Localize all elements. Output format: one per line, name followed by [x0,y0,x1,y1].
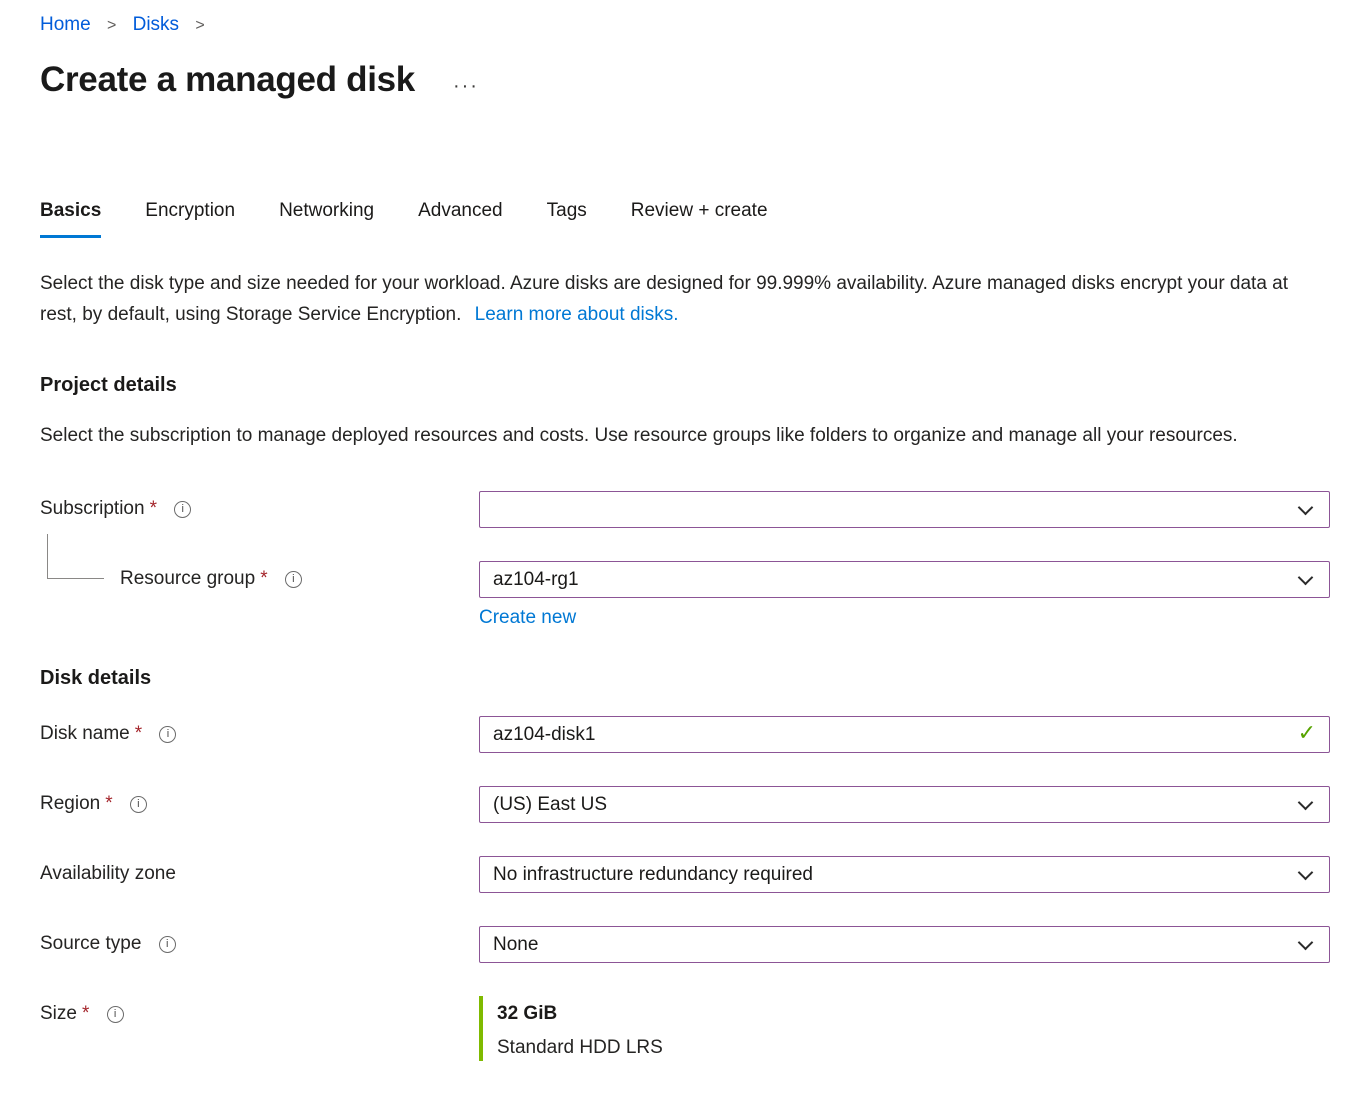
breadcrumb-separator-icon: > [107,17,116,34]
disk-name-input-wrap: ✓ [479,716,1330,753]
more-menu-icon[interactable]: ··· [447,64,485,97]
availability-zone-label: Availability zone [40,863,176,884]
required-marker: * [260,568,267,589]
intro-text: Select the disk type and size needed for… [40,268,1326,330]
availability-zone-label-group: Availability zone [40,856,479,893]
page-title: Create a managed disk [40,60,415,100]
chevron-down-icon [1298,570,1314,586]
disk-name-field-row: Disk name* i ✓ [40,716,1330,753]
breadcrumb-disks-link[interactable]: Disks [133,14,179,35]
basics-form: Subscription* i Resource group* i az104-… [40,491,1330,1061]
availability-zone-field-row: Availability zone No infrastructure redu… [40,856,1330,893]
tab-encryption[interactable]: Encryption [145,200,235,238]
disk-name-input[interactable] [480,717,1329,752]
region-value: (US) East US [493,794,607,816]
region-dropdown[interactable]: (US) East US [479,786,1330,823]
disk-name-label: Disk name [40,723,130,744]
resource-group-label-group: Resource group* i [40,561,479,629]
title-row: Create a managed disk ··· [40,60,1330,100]
tab-advanced[interactable]: Advanced [418,200,503,238]
availability-zone-control: No infrastructure redundancy required [479,856,1330,893]
source-type-label: Source type [40,933,141,954]
tab-basics[interactable]: Basics [40,200,101,238]
size-label: Size [40,1003,77,1024]
breadcrumb-home-link[interactable]: Home [40,14,91,35]
disk-details-heading: Disk details [40,667,1330,690]
subscription-label-group: Subscription* i [40,491,479,528]
info-icon[interactable]: i [159,726,176,743]
resource-group-dropdown[interactable]: az104-rg1 [479,561,1330,598]
chevron-down-icon [1298,795,1314,811]
project-details-heading: Project details [40,374,1330,397]
chevron-down-icon [1298,865,1314,881]
tab-review-create[interactable]: Review + create [631,200,768,238]
subscription-label: Subscription [40,498,145,519]
info-icon[interactable]: i [174,501,191,518]
size-value: 32 GiB [497,1003,1330,1025]
availability-zone-dropdown[interactable]: No infrastructure redundancy required [479,856,1330,893]
info-icon[interactable]: i [107,1006,124,1023]
breadcrumb: Home > Disks > [40,14,1330,36]
subscription-dropdown[interactable] [479,491,1330,528]
resource-group-field-row: Resource group* i az104-rg1 Create new [40,561,1330,629]
size-control: 32 GiB Standard HDD LRS [479,996,1330,1061]
hierarchy-connector-line [47,534,104,579]
breadcrumb-separator-icon: > [195,17,204,34]
source-type-field-row: Source type i None [40,926,1330,963]
size-summary-block: 32 GiB Standard HDD LRS [479,996,1330,1061]
project-details-description: Select the subscription to manage deploy… [40,420,1326,451]
create-managed-disk-page: Home > Disks > Create a managed disk ···… [0,0,1348,1118]
valid-check-icon: ✓ [1298,720,1316,746]
size-field-row: Size* i 32 GiB Standard HDD LRS [40,996,1330,1061]
chevron-down-icon [1298,500,1314,516]
chevron-down-icon [1298,935,1314,951]
info-icon[interactable]: i [130,796,147,813]
resource-group-control: az104-rg1 Create new [479,561,1330,629]
source-type-value: None [493,934,538,956]
resource-group-label: Resource group [120,568,255,589]
tab-strip: Basics Encryption Networking Advanced Ta… [40,200,1330,238]
source-type-control: None [479,926,1330,963]
region-control: (US) East US [479,786,1330,823]
create-new-resource-group-link[interactable]: Create new [479,607,576,629]
availability-zone-value: No infrastructure redundancy required [493,864,813,886]
size-label-group: Size* i [40,996,479,1061]
required-marker: * [150,498,157,519]
subscription-control [479,491,1330,528]
info-icon[interactable]: i [285,571,302,588]
tab-networking[interactable]: Networking [279,200,374,238]
tab-tags[interactable]: Tags [547,200,587,238]
region-field-row: Region* i (US) East US [40,786,1330,823]
size-sku: Standard HDD LRS [497,1037,1330,1059]
region-label-group: Region* i [40,786,479,823]
disk-name-label-group: Disk name* i [40,716,479,753]
required-marker: * [105,793,112,814]
required-marker: * [82,1003,89,1024]
info-icon[interactable]: i [159,936,176,953]
learn-more-link[interactable]: Learn more about disks. [475,304,679,325]
resource-group-value: az104-rg1 [493,569,579,591]
subscription-field-row: Subscription* i [40,491,1330,528]
required-marker: * [135,723,142,744]
source-type-label-group: Source type i [40,926,479,963]
source-type-dropdown[interactable]: None [479,926,1330,963]
disk-name-control: ✓ [479,716,1330,753]
region-label: Region [40,793,100,814]
